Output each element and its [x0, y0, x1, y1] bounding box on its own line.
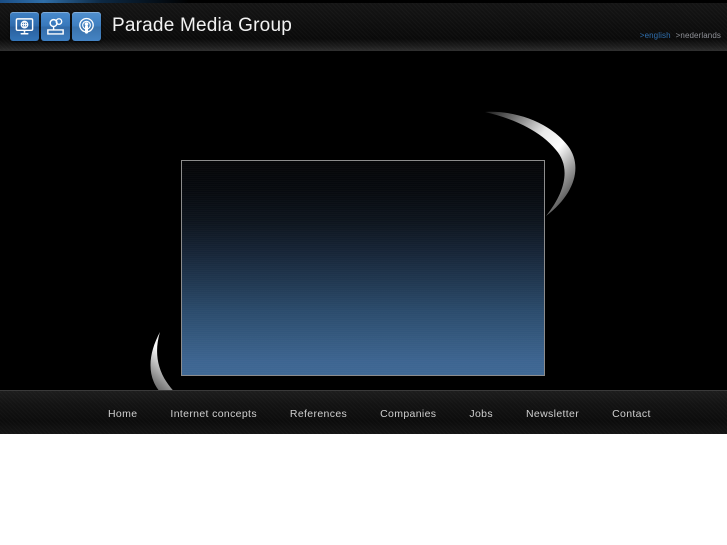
- site-page: Parade Media Group >english >nederlands: [0, 0, 727, 434]
- nav-link-internet-concepts[interactable]: Internet concepts: [170, 407, 257, 421]
- nav-link-contact[interactable]: Contact: [612, 407, 651, 421]
- monitor-globe-icon[interactable]: [10, 12, 39, 41]
- main-navigation: Home Internet concepts References Compan…: [0, 390, 727, 434]
- nav-spacer: [137, 404, 170, 422]
- nav-item-newsletter[interactable]: Newsletter: [526, 404, 579, 422]
- nav-spacer: [579, 404, 612, 422]
- nav-link-companies[interactable]: Companies: [380, 407, 436, 421]
- hero-stage: [0, 51, 727, 390]
- nav-spacer: [257, 404, 290, 422]
- language-label-english: english: [644, 31, 671, 40]
- nav-link-newsletter[interactable]: Newsletter: [526, 407, 579, 421]
- browser-blank-area: [0, 434, 727, 545]
- nav-spacer: [493, 404, 526, 422]
- speech-bubbles-icon[interactable]: [41, 12, 70, 41]
- top-edge-accent: [0, 0, 727, 3]
- site-header: Parade Media Group >english >nederlands: [0, 0, 727, 51]
- nav-item-companies[interactable]: Companies: [380, 404, 436, 422]
- hero-gradient-panel[interactable]: [181, 160, 545, 376]
- language-switcher[interactable]: >english >nederlands: [640, 31, 721, 41]
- nav-spacer: [436, 404, 469, 422]
- language-link-nederlands[interactable]: >nederlands: [676, 31, 721, 40]
- site-logo[interactable]: [10, 12, 101, 41]
- nav-link-home[interactable]: Home: [108, 407, 137, 421]
- nav-item-contact[interactable]: Contact: [612, 404, 651, 422]
- language-label-nederlands: nederlands: [680, 31, 721, 40]
- language-link-english[interactable]: >english: [640, 31, 671, 40]
- nav-link-jobs[interactable]: Jobs: [469, 407, 493, 421]
- nav-item-references[interactable]: References: [290, 404, 347, 422]
- nav-spacer: [347, 404, 380, 422]
- nav-item-internet-concepts[interactable]: Internet concepts: [170, 404, 257, 422]
- nav-item-home[interactable]: Home: [108, 404, 137, 422]
- nav-item-jobs[interactable]: Jobs: [469, 404, 493, 422]
- broadcast-microphone-icon[interactable]: [72, 12, 101, 41]
- nav-link-references[interactable]: References: [290, 407, 347, 421]
- page-title: Parade Media Group: [112, 15, 292, 36]
